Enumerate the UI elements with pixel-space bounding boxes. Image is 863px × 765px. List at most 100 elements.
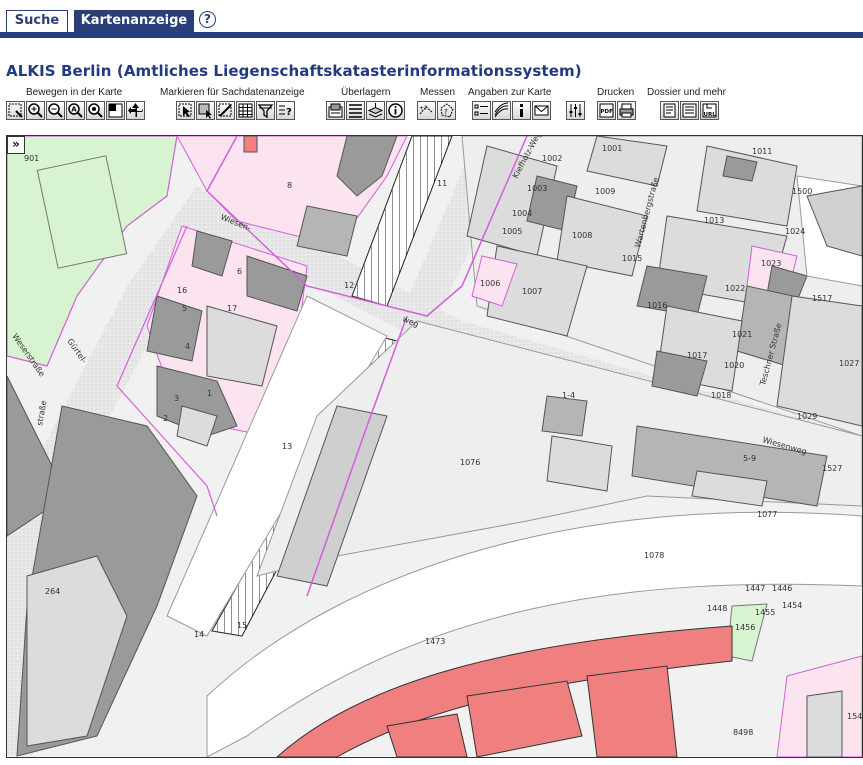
tab-kartenanzeige[interactable]: Kartenanzeige — [74, 10, 194, 32]
zoom-previous-button[interactable] — [86, 101, 105, 120]
zoom-all-button[interactable]: A — [66, 101, 85, 120]
overlay-add-button[interactable] — [326, 101, 345, 120]
parcel-label: 1473 — [425, 637, 445, 646]
tab-suche[interactable]: Suche — [6, 10, 68, 32]
parcel-label: 1078 — [644, 551, 664, 560]
parcel-label: 154 — [847, 712, 862, 721]
parcel-label: 1456 — [735, 623, 755, 632]
parcel-label: 1023 — [761, 259, 781, 268]
misc-label: 5-9 — [743, 454, 756, 463]
zoom-out-icon — [48, 103, 63, 118]
map-view[interactable]: 901 8 11 1002 1001 1011 1003 1009 1500 1… — [6, 135, 863, 758]
clear-selection-button[interactable] — [216, 101, 235, 120]
parcel-label: 1447 — [745, 584, 765, 593]
legend-button[interactable] — [472, 101, 491, 120]
report-button[interactable] — [680, 101, 699, 120]
parcel-label: 2 — [163, 414, 168, 423]
help-icon[interactable]: ? — [199, 11, 216, 28]
cadastral-map[interactable]: 901 8 11 1002 1001 1011 1003 1009 1500 1… — [7, 136, 862, 757]
page-title: ALKIS Berlin (Amtliches Liegenschaftskat… — [6, 62, 582, 80]
filter-button[interactable] — [256, 101, 275, 120]
measure-area-button[interactable]: ? — [437, 101, 456, 120]
map-info-button[interactable] — [512, 101, 531, 120]
parcel-label: 1446 — [772, 584, 792, 593]
group-label-ueberlagern: Überlagern — [341, 87, 391, 98]
map-info-icon — [520, 104, 523, 117]
parcel-label: 8498 — [733, 728, 753, 737]
parcel-label: 1006 — [480, 279, 500, 288]
mail-button[interactable] — [532, 101, 551, 120]
layers-button[interactable] — [366, 101, 385, 120]
parcel-label: 1024 — [785, 227, 805, 236]
parcel-label: 1004 — [512, 209, 532, 218]
pdf-button[interactable]: PDF — [597, 101, 616, 120]
parcel-label: 14 — [194, 630, 204, 639]
parcel-label: 1003 — [527, 184, 547, 193]
building — [806, 690, 843, 757]
zoom-in-button[interactable] — [26, 101, 45, 120]
table-button[interactable] — [236, 101, 255, 120]
print-button[interactable] — [617, 101, 636, 120]
parcel-label: 1021 — [732, 330, 752, 339]
parcel-label: 1001 — [602, 144, 622, 153]
parcel-label: 6 — [237, 267, 242, 276]
group-label-bewegen: Bewegen in der Karte — [26, 87, 123, 98]
scale-icon — [494, 102, 509, 118]
zoom-all-icon: A — [68, 103, 83, 118]
pdf-icon: PDF — [599, 103, 614, 118]
scale-button[interactable] — [492, 101, 511, 120]
parcel-label: 901 — [24, 154, 39, 163]
select-rect-button[interactable] — [196, 101, 215, 120]
parcel-label: 1448 — [707, 604, 727, 613]
parcel-label: 1002 — [542, 154, 562, 163]
parcel-label: 1020 — [724, 361, 744, 370]
legend-icon — [474, 104, 488, 116]
parcel-label: 1027 — [839, 359, 859, 368]
info-button[interactable] — [386, 101, 405, 120]
select-point-button[interactable] — [176, 101, 195, 120]
measure-distance-button[interactable]: +? — [417, 101, 436, 120]
pan-button[interactable] — [126, 101, 145, 120]
zoom-in-icon — [28, 103, 43, 118]
parcel-label: 4 — [185, 342, 190, 351]
svg-text:PDF: PDF — [601, 109, 614, 115]
select-point-icon — [178, 103, 192, 117]
report-icon — [682, 103, 697, 118]
parcel-label: 1017 — [687, 351, 707, 360]
dossier-icon — [663, 103, 676, 118]
group-label-dossier: Dossier und mehr — [647, 87, 726, 98]
select-rect-icon — [198, 103, 212, 119]
building — [541, 395, 588, 437]
parcel-label: 8 — [287, 181, 292, 190]
pan-icon — [128, 103, 143, 117]
parcel-label: 1454 — [782, 601, 802, 610]
parcel-label: 15 — [237, 621, 247, 630]
zoom-out-button[interactable] — [46, 101, 65, 120]
parcel-label: 264 — [45, 587, 60, 596]
parcel-label: 1015 — [622, 254, 642, 263]
dossier-button[interactable] — [660, 101, 679, 120]
svg-text:A: A — [71, 106, 77, 114]
parcel-label: 1018 — [711, 391, 731, 400]
settings-button[interactable] — [566, 101, 585, 120]
parcel-label: 16 — [177, 286, 187, 295]
parcel-label: 1013 — [704, 216, 724, 225]
misc-label: 1-4 — [562, 391, 575, 400]
zoom-previous-icon — [88, 103, 103, 118]
layers-icon — [367, 103, 384, 118]
parcel-label: 1007 — [522, 287, 542, 296]
url-button[interactable]: URL — [700, 101, 719, 120]
query-button[interactable]: ? — [276, 101, 295, 120]
overview-button[interactable] — [106, 101, 125, 120]
info-icon — [388, 103, 403, 118]
measure-distance-icon: +? — [419, 105, 433, 115]
filter-icon — [257, 104, 274, 119]
parcel-label: 1022 — [725, 284, 745, 293]
parcel-label: 1016 — [647, 301, 667, 310]
svg-text:?: ? — [286, 107, 292, 118]
overview-icon — [108, 103, 123, 118]
overlay-list-button[interactable] — [346, 101, 365, 120]
zoom-box-button[interactable] — [6, 101, 25, 120]
parcel-label: 13 — [282, 442, 292, 451]
expand-panel-button[interactable]: » — [7, 136, 25, 154]
